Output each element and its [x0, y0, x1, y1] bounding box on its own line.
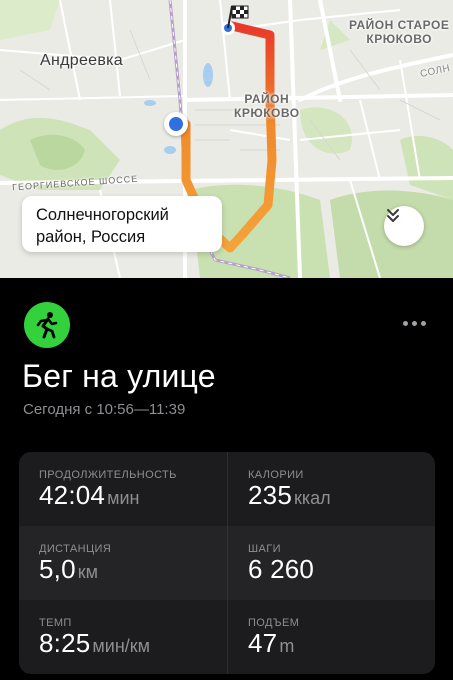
- metric-steps: Шаги 6 260: [227, 526, 435, 600]
- map-label-kryukovo: РАЙОН КРЮКОВО: [234, 92, 300, 120]
- workout-time-range: Сегодня с 10:56—11:39: [23, 401, 186, 418]
- metric-distance: Дистанция 5,0 км: [39, 543, 112, 584]
- metric-duration: Продолжительность 42:04 мин: [39, 469, 177, 510]
- metrics-card: Продолжительность 42:04 мин Калории 235 кк…: [19, 452, 435, 674]
- map-label-staroe-kryukovo: РАЙОН СТАРОЕ КРЮКОВО: [349, 18, 450, 46]
- start-location-icon: [164, 112, 188, 136]
- workout-title: Бег на улице: [22, 358, 216, 394]
- more-options-button[interactable]: [403, 316, 433, 330]
- chevron-down-icon: [387, 209, 399, 222]
- route-map[interactable]: Андреевка РАЙОН СТАРОЕ КРЮКОВО РАЙОН КРЮ…: [0, 0, 453, 278]
- metric-elevation: Подъем 47 m: [227, 600, 435, 674]
- running-figure-icon: [24, 302, 70, 348]
- finish-flag-icon: [219, 4, 251, 36]
- metric-pace: Темп 8:25 мин/км: [39, 617, 151, 658]
- metric-calories: Калории 235 ккал: [227, 452, 435, 526]
- expand-map-button[interactable]: [384, 206, 424, 246]
- location-callout[interactable]: Солнечногорский район, Россия: [22, 196, 222, 252]
- callout-line-2: район, Россия: [36, 228, 146, 246]
- workout-detail: Бег на улице Сегодня с 10:56—11:39 Продо…: [0, 278, 453, 680]
- map-label-andreevka: Андреевка: [40, 52, 123, 69]
- ellipsis-icon: [403, 320, 408, 326]
- callout-line-1: Солнечногорский: [36, 206, 169, 224]
